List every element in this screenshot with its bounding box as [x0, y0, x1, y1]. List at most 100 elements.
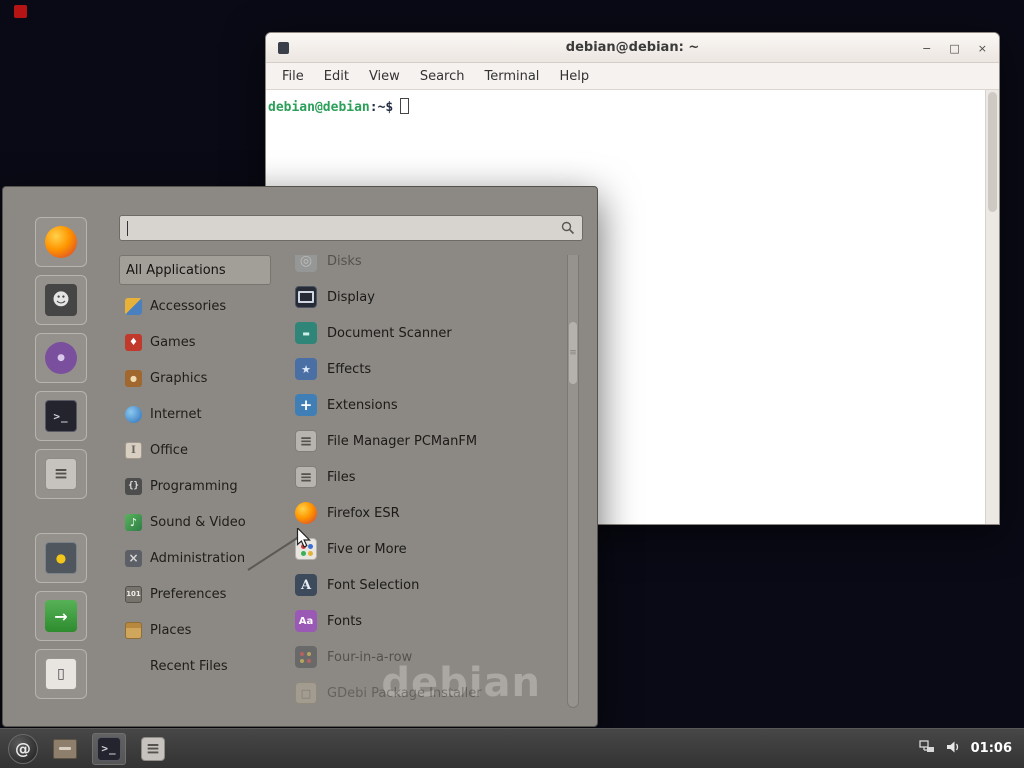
launcher-terminal[interactable]: [92, 733, 126, 765]
favorite-power-button[interactable]: [35, 649, 87, 699]
category-all-applications[interactable]: All Applications: [119, 255, 271, 285]
app-effects[interactable]: Effects: [295, 351, 587, 387]
power-icon: [45, 658, 77, 690]
app-five-or-more[interactable]: Five or More: [295, 531, 587, 567]
favorite-logout-button[interactable]: [35, 591, 87, 641]
pcmanfm-icon: [295, 430, 317, 452]
terminal-cursor: [400, 98, 409, 114]
programming-icon: [125, 478, 142, 495]
favorite-terminal-button[interactable]: [35, 391, 87, 441]
category-places[interactable]: Places: [119, 615, 271, 645]
category-sound-video[interactable]: Sound & Video: [119, 507, 271, 537]
apps-scrollbar-thumb[interactable]: [569, 322, 577, 384]
logout-icon: [45, 600, 77, 632]
terminal-icon: [97, 737, 121, 761]
app-document-scanner[interactable]: Document Scanner: [295, 315, 587, 351]
terminal-menubar: File Edit View Search Terminal Help: [266, 63, 999, 90]
terminal-scrollbar-thumb[interactable]: [988, 92, 997, 212]
accessories-icon: [125, 298, 142, 315]
fonts-icon: [295, 610, 317, 632]
applications-column: debian Disks Display Document Scanner: [271, 255, 587, 716]
favorite-users-button[interactable]: [35, 275, 87, 325]
menu-button[interactable]: [8, 734, 38, 764]
places-icon: [125, 622, 142, 639]
category-recent-files[interactable]: Recent Files: [119, 651, 271, 681]
file-cabinet-icon: [45, 458, 77, 490]
menu-file[interactable]: File: [282, 69, 304, 84]
favorite-files-button[interactable]: [35, 449, 87, 499]
app-display[interactable]: Display: [295, 279, 587, 315]
taskbar: 01:06: [0, 728, 1024, 768]
app-disks[interactable]: Disks: [295, 255, 587, 279]
system-tray: 01:06: [919, 739, 1016, 759]
desktop[interactable]: debian@debian: ~ − □ × File Edit View Se…: [0, 0, 1024, 768]
display-icon: [295, 286, 317, 308]
category-graphics[interactable]: Graphics: [119, 363, 271, 393]
search-box[interactable]: [119, 215, 583, 241]
preferences-icon: [125, 586, 142, 603]
volume-icon[interactable]: [945, 739, 961, 759]
applications-list: Disks Display Document Scanner Effe: [295, 255, 587, 711]
prompt-user: debian@debian: [268, 100, 370, 115]
effects-icon: [295, 358, 317, 380]
gdebi-icon: [295, 682, 317, 704]
favorite-screensaver-button[interactable]: [35, 533, 87, 583]
terminal-titlebar[interactable]: debian@debian: ~ − □ ×: [266, 33, 999, 63]
terminal-title: debian@debian: ~: [266, 40, 999, 55]
files-icon: [295, 466, 317, 488]
app-file-manager-pcmanfm[interactable]: File Manager PCManFM: [295, 423, 587, 459]
firefox-icon: [45, 226, 77, 258]
app-gdebi-package-installer[interactable]: GDebi Package Installer: [295, 675, 587, 711]
category-preferences[interactable]: Preferences: [119, 579, 271, 609]
favorites-column: [13, 197, 109, 716]
app-font-selection[interactable]: Font Selection: [295, 567, 587, 603]
app-files[interactable]: Files: [295, 459, 587, 495]
network-icon[interactable]: [919, 739, 935, 759]
menu-edit[interactable]: Edit: [324, 69, 349, 84]
users-icon: [45, 284, 77, 316]
search-icon: [561, 221, 575, 235]
minimize-button[interactable]: −: [922, 43, 931, 54]
extensions-icon: [295, 394, 317, 416]
menu-view[interactable]: View: [369, 69, 400, 84]
favorite-firefox-button[interactable]: [35, 217, 87, 267]
menu-terminal[interactable]: Terminal: [484, 69, 539, 84]
firefox-icon: [295, 502, 317, 524]
category-office[interactable]: Office: [119, 435, 271, 465]
close-button[interactable]: ×: [978, 43, 987, 54]
category-games[interactable]: Games: [119, 327, 271, 357]
sound-video-icon: [125, 514, 142, 531]
scanner-icon: [295, 322, 317, 344]
app-four-in-a-row[interactable]: Four-in-a-row: [295, 639, 587, 675]
categories-column: All Applications Accessories Games Graph…: [119, 255, 271, 716]
terminal-scrollbar[interactable]: [985, 90, 999, 524]
app-extensions[interactable]: Extensions: [295, 387, 587, 423]
games-icon: [125, 334, 142, 351]
mouse-cursor: [296, 528, 314, 549]
category-internet[interactable]: Internet: [119, 399, 271, 429]
internet-icon: [125, 406, 142, 423]
screensaver-icon: [45, 542, 77, 574]
graphics-icon: [125, 370, 142, 387]
applications-menu: All Applications Accessories Games Graph…: [2, 186, 598, 727]
menu-search[interactable]: Search: [420, 69, 465, 84]
app-fonts[interactable]: Fonts: [295, 603, 587, 639]
office-icon: [125, 442, 142, 459]
terminal-icon: [45, 400, 77, 432]
category-accessories[interactable]: Accessories: [119, 291, 271, 321]
search-input[interactable]: [132, 221, 557, 236]
mascot-icon: [45, 342, 77, 374]
launcher-file-drawer[interactable]: [48, 733, 82, 765]
menu-help[interactable]: Help: [559, 69, 589, 84]
font-selection-icon: [295, 574, 317, 596]
launcher-files[interactable]: [136, 733, 170, 765]
app-firefox-esr[interactable]: Firefox ESR: [295, 495, 587, 531]
administration-icon: [125, 550, 142, 567]
category-programming[interactable]: Programming: [119, 471, 271, 501]
four-in-a-row-icon: [295, 646, 317, 668]
clock[interactable]: 01:06: [971, 741, 1016, 756]
text-caret: [127, 221, 128, 236]
maximize-button[interactable]: □: [949, 43, 959, 54]
apps-scrollbar[interactable]: [567, 255, 579, 708]
favorite-app-button[interactable]: [35, 333, 87, 383]
